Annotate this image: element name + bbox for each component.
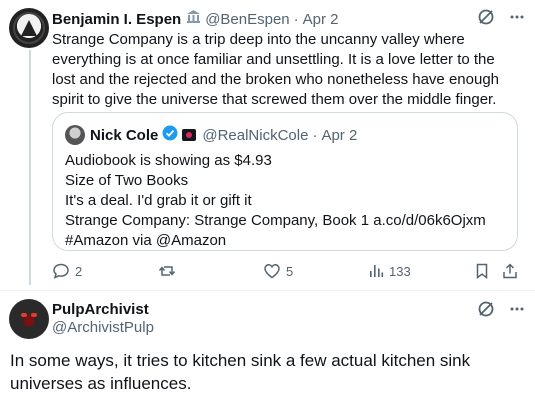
quoted-tweet-text: Audiobook is showing as $4.93 Size of Tw… — [65, 151, 505, 251]
quoted-tweet[interactable]: Nick Cole @RealNickCole · Apr 2 Audioboo… — [52, 112, 518, 251]
bookmark-button[interactable] — [473, 262, 491, 280]
quoted-line: Audiobook is showing as $4.93 — [65, 152, 272, 169]
quoted-line: It's a deal. I'd grab it or gift it — [65, 192, 252, 209]
views-button[interactable]: 133 — [368, 262, 411, 280]
author-handle[interactable]: @ArchivistPulp — [52, 318, 154, 338]
tweet-header: PulpArchivist — [52, 300, 149, 320]
tweet-divider — [0, 290, 535, 291]
quoted-line: #Amazon via @Amazon — [65, 232, 227, 249]
reply-icon — [52, 262, 70, 280]
views-count: 133 — [389, 263, 411, 279]
share-icon — [501, 262, 519, 280]
grok-icon[interactable] — [477, 8, 495, 26]
tweet-actions: 2 5 133 — [52, 262, 522, 282]
more-icon[interactable] — [509, 8, 525, 26]
grok-icon[interactable] — [477, 300, 495, 318]
like-icon — [263, 262, 281, 280]
more-icon[interactable] — [509, 300, 525, 318]
quoted-author-handle: @RealNickCole — [202, 126, 309, 144]
affiliate-badge-icon — [182, 129, 197, 141]
verified-badge-icon — [162, 125, 178, 145]
separator-dot: · — [293, 10, 299, 28]
quoted-tweet-header: Nick Cole @RealNickCole · Apr 2 — [65, 125, 357, 145]
avatar[interactable] — [9, 8, 49, 48]
reply-count: 2 — [75, 263, 83, 279]
tweet-text: Strange Company is a trip deep into the … — [52, 31, 499, 108]
author-handle[interactable]: @BenEspen — [205, 11, 289, 28]
author-name[interactable]: PulpArchivist — [52, 301, 149, 318]
bookmark-icon — [473, 262, 491, 280]
like-button[interactable]: 5 — [263, 262, 293, 280]
share-button[interactable] — [501, 262, 519, 280]
quoted-author-name: Nick Cole — [90, 126, 159, 144]
tweet-header: Benjamin I. Espen @BenEspen · Apr 2 — [52, 9, 339, 29]
repost-icon — [158, 262, 176, 280]
views-icon — [368, 262, 384, 280]
author-name[interactable]: Benjamin I. Espen — [52, 11, 181, 28]
quoted-line: Size of Two Books — [65, 172, 189, 189]
avatar[interactable] — [9, 299, 49, 339]
thread-line — [29, 50, 31, 285]
quoted-tweet-date: Apr 2 — [321, 126, 358, 144]
quoted-avatar — [65, 125, 85, 145]
separator-dot: · — [312, 126, 318, 144]
tweet-text: In some ways, it tries to kitchen sink a… — [10, 351, 471, 393]
reply-button[interactable]: 2 — [52, 262, 82, 280]
like-count: 5 — [286, 263, 294, 279]
tweet[interactable]: Benjamin I. Espen @BenEspen · Apr 2 Stra… — [0, 0, 535, 290]
tweet-date[interactable]: Apr 2 — [303, 11, 339, 28]
repost-button[interactable] — [158, 262, 181, 280]
tweet-top-actions — [477, 300, 525, 318]
government-badge-icon — [186, 10, 201, 28]
quoted-line: Strange Company: Strange Company, Book 1… — [65, 212, 486, 229]
tweet-top-actions — [477, 8, 525, 26]
